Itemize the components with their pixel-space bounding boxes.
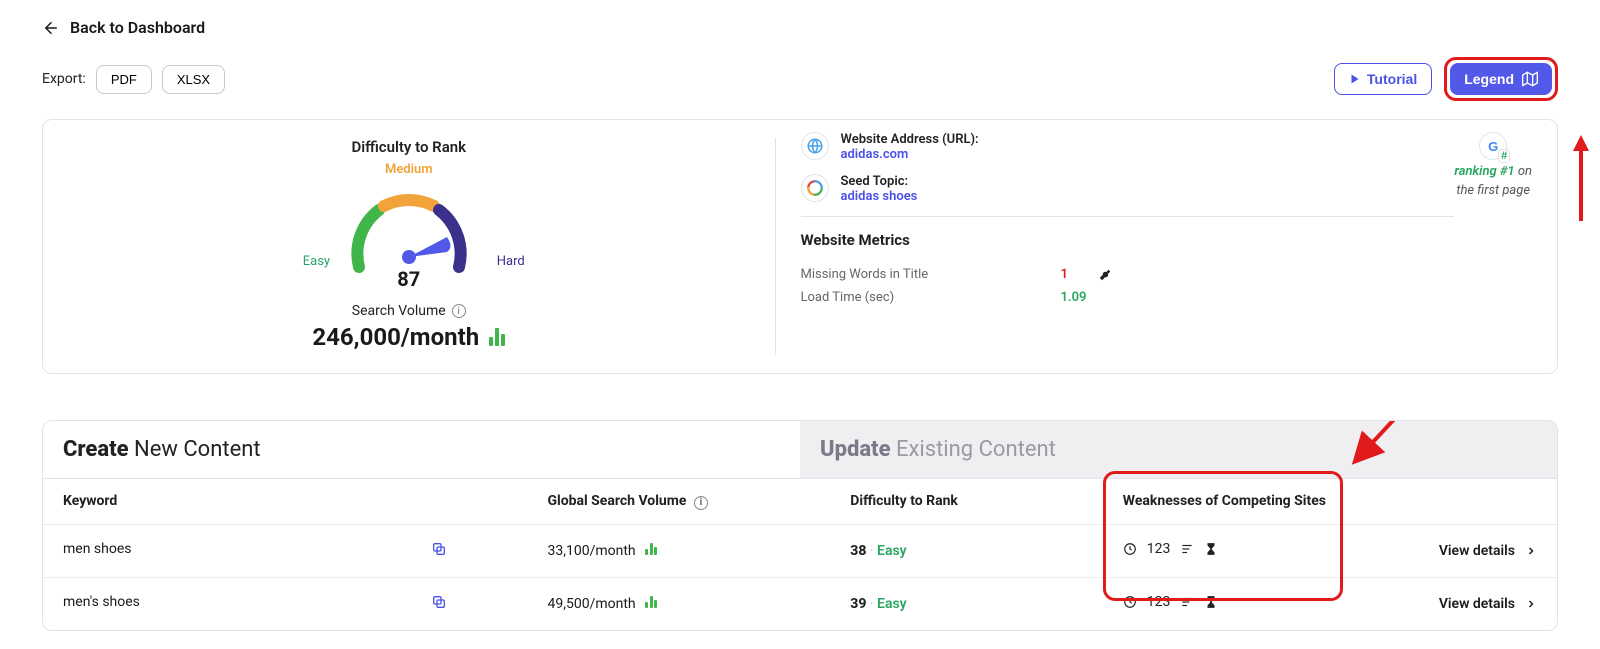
weakness-number: 123	[1147, 541, 1171, 557]
globe-icon	[801, 132, 829, 160]
map-icon	[1522, 71, 1538, 87]
copy-icon[interactable]	[431, 594, 447, 614]
legend-label: Legend	[1464, 71, 1514, 87]
tab-update-content[interactable]: Update Existing Content	[800, 421, 1557, 478]
difficulty-title: Difficulty to Rank	[351, 138, 466, 156]
export-group: Export: PDF XLSX	[42, 65, 225, 94]
list-icon	[1180, 542, 1194, 556]
bars-icon	[645, 543, 657, 555]
clock-icon	[1123, 595, 1137, 609]
tutorial-label: Tutorial	[1367, 71, 1417, 87]
arrow-left-icon	[42, 19, 60, 37]
tutorial-button[interactable]: Tutorial	[1334, 63, 1432, 95]
hourglass-icon	[1204, 595, 1218, 609]
ranking-badge: G # ranking #1 on the first page	[1454, 132, 1532, 353]
info-icon[interactable]: i	[694, 496, 708, 510]
gauge-hard-label: Hard	[497, 254, 525, 269]
view-details-button[interactable]: View details	[1439, 543, 1537, 559]
website-metrics-title: Website Metrics	[801, 216, 1455, 249]
volume-text: 33,100/month	[547, 543, 635, 559]
chevron-right-icon	[1525, 545, 1537, 557]
col-difficulty: Difficulty to Rank	[850, 493, 958, 509]
metric-load-time-value: 1.09	[1061, 290, 1087, 305]
info-icon[interactable]: i	[452, 304, 466, 318]
keyword-text: men's shoes	[63, 594, 140, 610]
search-volume-value: 246,000/month	[312, 323, 479, 351]
play-icon	[1349, 73, 1361, 85]
table-row: men shoes 33,100/month 38 · Easy	[43, 524, 1557, 577]
url-label: Website Address (URL):	[841, 132, 979, 147]
back-to-dashboard-link[interactable]: Back to Dashboard	[42, 18, 205, 37]
volume-text: 49,500/month	[547, 596, 635, 612]
difficulty-num: 38	[850, 543, 866, 559]
table-row: men's shoes 49,500/month 39 · Easy	[43, 577, 1557, 630]
wrench-icon	[1098, 268, 1112, 282]
difficulty-label: Easy	[877, 543, 907, 559]
back-label: Back to Dashboard	[70, 18, 205, 37]
weakness-icons: 123	[1123, 594, 1219, 610]
hourglass-icon	[1204, 542, 1218, 556]
weakness-number: 123	[1147, 594, 1171, 610]
keyword-text: men shoes	[63, 541, 131, 557]
tab-create-content[interactable]: Create New Content	[43, 421, 800, 478]
summary-panel: Difficulty to Rank Medium Easy Hard 87 S…	[42, 119, 1558, 374]
legend-button[interactable]: Legend	[1450, 63, 1552, 95]
metric-load-time-label: Load Time (sec)	[801, 290, 1031, 305]
bars-icon	[489, 328, 505, 346]
difficulty-gauge	[339, 177, 479, 277]
metric-missing-words-label: Missing Words in Title	[801, 267, 1031, 282]
keywords-table: Keyword Global Search Volume i Difficult…	[43, 478, 1557, 630]
bars-icon	[645, 596, 657, 608]
col-keyword: Keyword	[63, 493, 117, 509]
seed-topic-value[interactable]: adidas shoes	[841, 189, 918, 204]
seed-topic-label: Seed Topic:	[841, 174, 918, 189]
clock-icon	[1123, 542, 1137, 556]
col-weaknesses: Weaknesses of Competing Sites	[1123, 493, 1326, 509]
list-icon	[1180, 595, 1194, 609]
gauge-medium-label: Medium	[385, 162, 433, 177]
export-xlsx-button[interactable]: XLSX	[162, 65, 225, 94]
ranking-text-page: the first page	[1456, 183, 1530, 198]
export-pdf-button[interactable]: PDF	[96, 65, 152, 94]
url-value[interactable]: adidas.com	[841, 147, 979, 162]
difficulty-label: Easy	[877, 596, 907, 612]
difficulty-num: 39	[850, 596, 866, 612]
ranking-text-main: ranking #1	[1454, 164, 1514, 179]
chevron-right-icon	[1525, 598, 1537, 610]
search-volume-label: Search Volume	[352, 303, 446, 319]
annotation-arrow-up	[1573, 135, 1589, 221]
google-icon: G #	[1479, 132, 1507, 160]
legend-annotation-box: Legend	[1444, 57, 1558, 101]
metric-missing-words-value: 1	[1061, 267, 1068, 282]
copy-icon[interactable]	[431, 541, 447, 561]
gauge-easy-label: Easy	[303, 254, 330, 269]
col-volume: Global Search Volume	[547, 493, 686, 509]
ranking-text-on: on	[1518, 164, 1532, 179]
view-details-button[interactable]: View details	[1439, 596, 1537, 612]
weakness-icons: 123	[1123, 541, 1219, 557]
export-label: Export:	[42, 71, 86, 87]
seed-topic-icon	[801, 174, 829, 202]
